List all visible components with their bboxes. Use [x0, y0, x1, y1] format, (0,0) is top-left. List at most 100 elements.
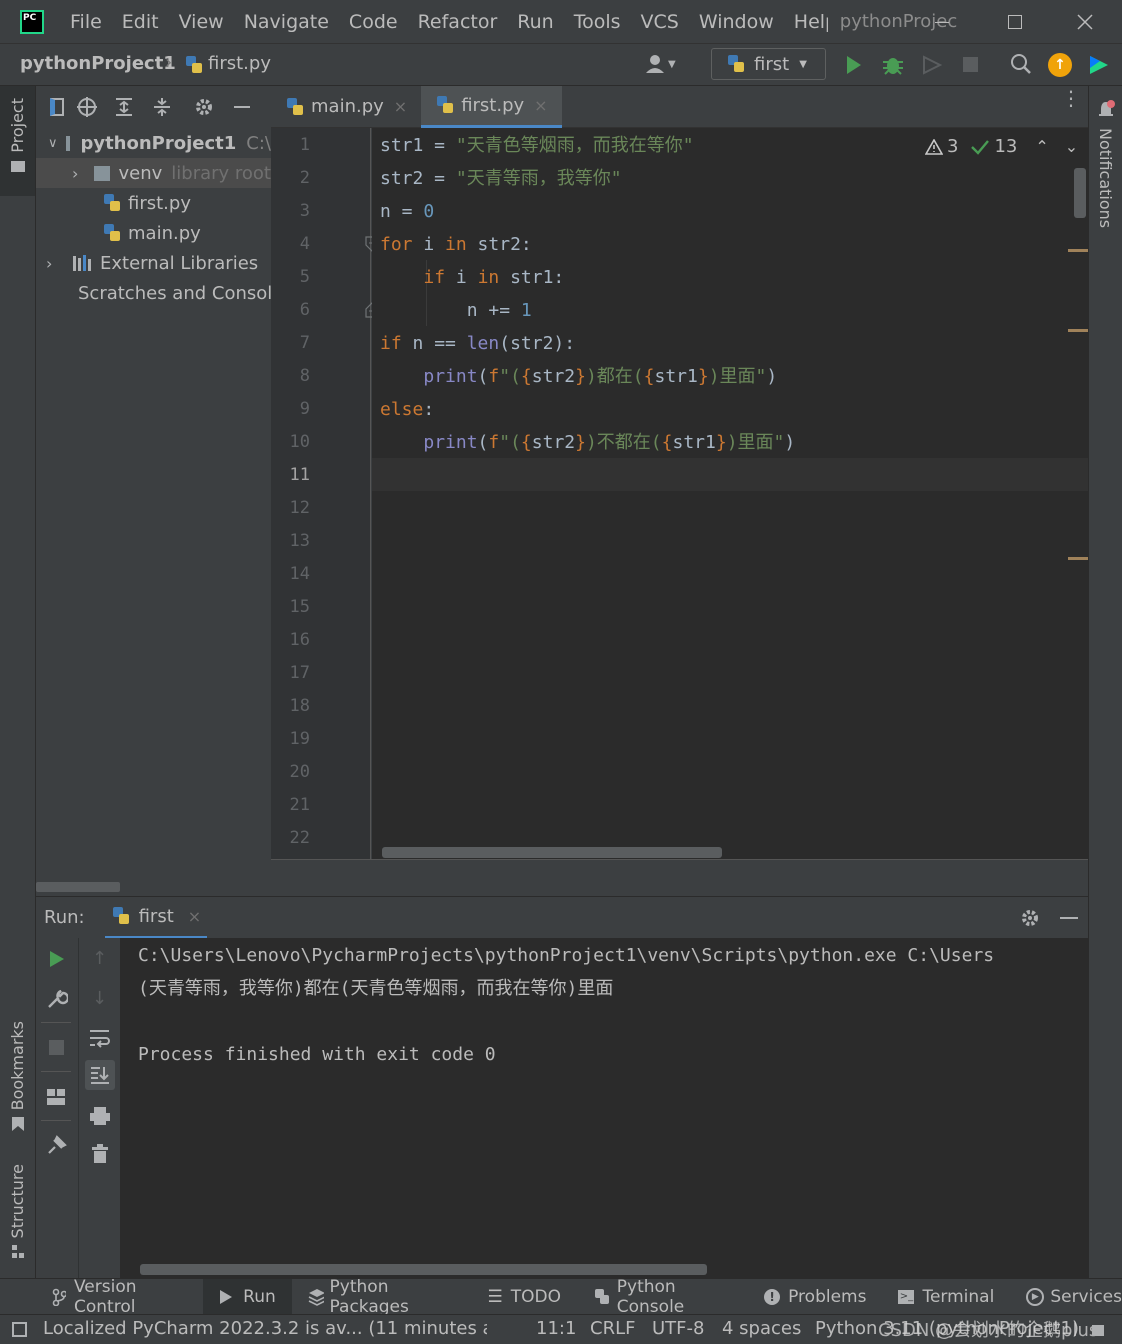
search-icon[interactable]: [1010, 53, 1032, 75]
gear-icon[interactable]: [194, 97, 214, 117]
menu-file[interactable]: File: [60, 11, 112, 33]
chevron-down-icon: ▼: [668, 58, 676, 70]
rerun-icon[interactable]: [49, 950, 65, 968]
breadcrumb-file[interactable]: first.py: [208, 53, 271, 74]
stop-icon[interactable]: [963, 57, 978, 72]
arrow-up-icon[interactable]: ↑: [92, 948, 107, 969]
bookmarks-tool-button[interactable]: Bookmarks: [0, 1021, 35, 1132]
menu-view[interactable]: View: [169, 11, 234, 33]
breadcrumb-project[interactable]: pythonProject1: [20, 53, 176, 74]
run-console[interactable]: C:\Users\Lenovo\PycharmProjects\pythonPr…: [121, 938, 1088, 1278]
tab-services[interactable]: ▶ Services: [1010, 1279, 1122, 1315]
branch-icon: [52, 1288, 66, 1306]
notifications-tool-button[interactable]: Notifications: [1089, 100, 1122, 228]
tab-python-console[interactable]: Python Console: [577, 1277, 748, 1317]
print-icon[interactable]: [89, 1106, 111, 1126]
run-tab-label: first: [138, 905, 174, 927]
minimize-button[interactable]: [925, 8, 959, 36]
project-tool-button[interactable]: Project: [0, 86, 35, 196]
menu-help[interactable]: Help: [784, 11, 828, 33]
console-line: C:\Users\Lenovo\PycharmProjects\pythonPr…: [138, 945, 995, 966]
indent-setting[interactable]: 4 spaces: [722, 1318, 801, 1339]
status-message[interactable]: Localized PyCharm 2022.3.2 is av... (11 …: [43, 1318, 487, 1339]
tree-item-file[interactable]: main.py: [36, 218, 271, 248]
locate-icon[interactable]: [76, 96, 98, 118]
tree-root[interactable]: ∨ pythonProject1 C:\: [36, 128, 271, 158]
menu-run[interactable]: Run: [507, 11, 563, 33]
menu-vcs[interactable]: VCS: [631, 11, 689, 33]
tab-problems[interactable]: ! Problems: [748, 1279, 882, 1315]
chevron-down-icon[interactable]: ⌄: [1065, 137, 1078, 156]
collapse-all-icon[interactable]: [152, 97, 172, 117]
lock-icon[interactable]: [1092, 1325, 1104, 1336]
python-file-icon: [104, 194, 120, 211]
main-menu: File Edit View Navigate Code Refactor Ru…: [60, 11, 828, 33]
python-icon: [112, 907, 129, 924]
inspection-widget[interactable]: 3 13 ⌃ ⌄: [925, 136, 1078, 157]
file-encoding[interactable]: UTF-8: [652, 1318, 704, 1339]
trash-icon[interactable]: [91, 1144, 109, 1164]
menu-navigate[interactable]: Navigate: [234, 11, 339, 33]
tab-python-packages[interactable]: Python Packages: [292, 1277, 472, 1317]
tree-item-venv[interactable]: › venv library root: [36, 158, 271, 188]
line-separator[interactable]: CRLF: [590, 1318, 635, 1339]
tab-todo[interactable]: ☰ TODO: [472, 1279, 578, 1315]
error-stripe-mark: [1068, 249, 1088, 252]
pin-icon[interactable]: [46, 1134, 68, 1156]
layout-icon[interactable]: [46, 1088, 66, 1106]
soft-wrap-icon[interactable]: [89, 1028, 111, 1048]
tab-run-label: Run: [243, 1286, 276, 1307]
tab-main-py[interactable]: main.py ×: [271, 86, 421, 128]
line-number: 11: [289, 465, 310, 485]
user-button[interactable]: ▼: [646, 54, 676, 74]
horizontal-scrollbar[interactable]: [140, 1264, 707, 1275]
tab-run[interactable]: Run: [203, 1278, 292, 1315]
expand-all-icon[interactable]: [114, 97, 134, 117]
menu-code[interactable]: Code: [339, 11, 408, 33]
menu-window[interactable]: Window: [689, 11, 784, 33]
update-icon[interactable]: ↑: [1048, 53, 1072, 77]
close-tab-icon[interactable]: ×: [534, 96, 547, 115]
chevron-up-icon[interactable]: ⌃: [1035, 137, 1048, 156]
run-tab-first[interactable]: first ×: [104, 897, 208, 939]
scroll-to-end-icon: [91, 1067, 109, 1084]
toggle-tool-windows-icon[interactable]: [12, 1322, 27, 1337]
menu-edit[interactable]: Edit: [112, 11, 169, 33]
arrow-down-icon[interactable]: ↓: [92, 988, 107, 1009]
close-button[interactable]: [1068, 8, 1102, 36]
tree-item-file[interactable]: first.py: [36, 188, 271, 218]
maximize-button[interactable]: [998, 8, 1032, 36]
run-icon[interactable]: [845, 55, 863, 75]
hide-panel-icon[interactable]: [234, 106, 250, 108]
library-icon: [73, 255, 91, 271]
tree-item-external-libraries[interactable]: › External Libraries: [36, 248, 271, 278]
tab-main-py-label: main.py: [311, 96, 384, 117]
coverage-icon[interactable]: [921, 55, 943, 75]
tab-version-control[interactable]: Version Control: [36, 1277, 203, 1317]
tab-first-py[interactable]: first.py ×: [421, 85, 562, 128]
wrench-icon[interactable]: [46, 988, 68, 1010]
close-tab-icon[interactable]: ×: [394, 97, 407, 116]
caret-position[interactable]: 11:1: [536, 1318, 576, 1339]
menu-tools[interactable]: Tools: [564, 11, 631, 33]
more-options-icon[interactable]: ⋮: [1061, 88, 1081, 108]
code-editor[interactable]: str1 = "天青色等烟雨，而我在等你" str2 = "天青等雨，我等你" …: [372, 128, 1088, 859]
menu-refactor[interactable]: Refactor: [408, 11, 508, 33]
vertical-scrollbar[interactable]: [1074, 168, 1086, 218]
horizontal-scrollbar[interactable]: [36, 882, 120, 892]
tab-terminal[interactable]: >_ Terminal: [882, 1279, 1010, 1315]
tree-item-scratches[interactable]: Scratches and Consoles: [36, 278, 271, 308]
run-config-selector[interactable]: first ▼: [711, 48, 826, 80]
jetbrains-ai-icon[interactable]: [1088, 54, 1110, 76]
stop-icon[interactable]: [49, 1040, 64, 1055]
structure-tool-button[interactable]: Structure: [0, 1164, 35, 1260]
python-icon: [728, 55, 744, 72]
close-tab-icon[interactable]: ×: [188, 907, 201, 926]
scroll-to-end-button[interactable]: [85, 1060, 115, 1090]
horizontal-scrollbar[interactable]: [382, 847, 722, 858]
gear-icon[interactable]: [1020, 908, 1040, 928]
panel-options-icon[interactable]: [50, 98, 64, 116]
debug-icon[interactable]: [882, 54, 904, 76]
hide-panel-icon[interactable]: [1060, 917, 1078, 919]
